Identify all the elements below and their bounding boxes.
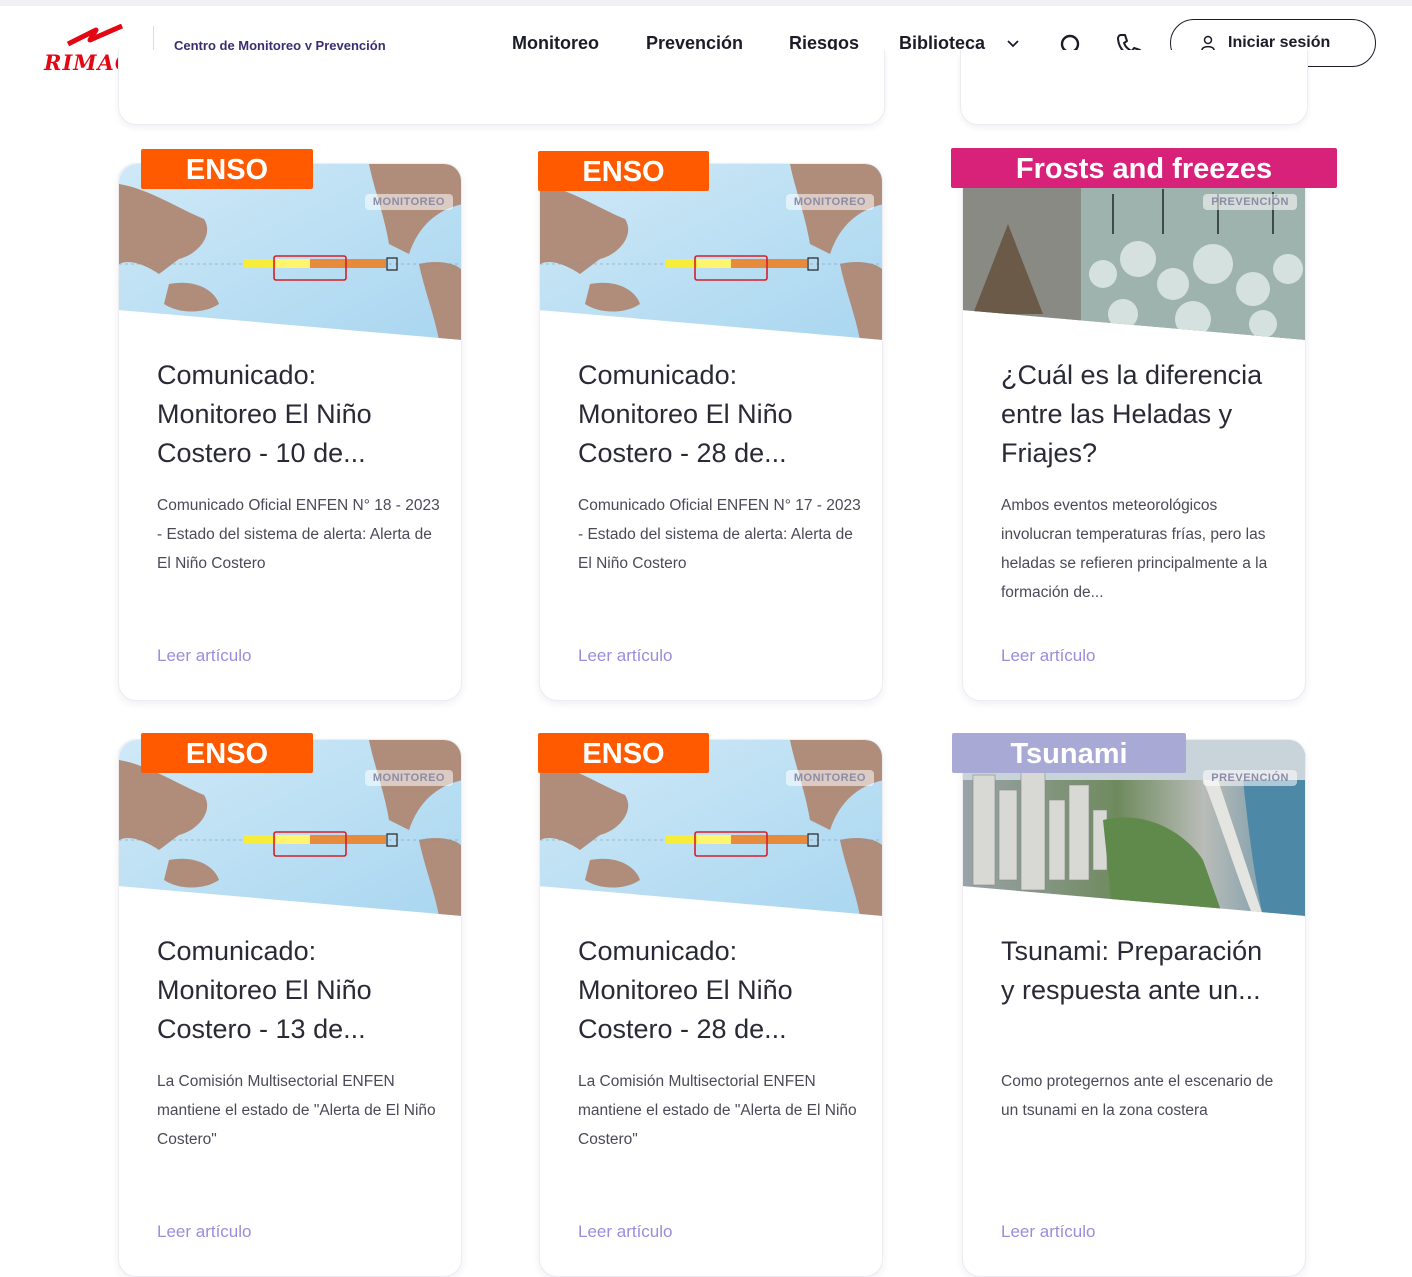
article-image-enso-map: MONITOREO: [119, 164, 461, 340]
article-title[interactable]: ¿Cuál es la diferencia entre las Heladas…: [1001, 356, 1281, 473]
previous-card-bottom: [118, 50, 885, 125]
article-title[interactable]: Comunicado: Monitoreo El Niño Costero - …: [578, 932, 858, 1049]
topic-tag: ENSO: [538, 151, 709, 191]
topic-tag: Frosts and freezes: [951, 148, 1337, 188]
article-card[interactable]: MONITOREO Comunicado: Monitoreo El Niño …: [118, 739, 462, 1277]
category-badge: MONITOREO: [785, 770, 874, 786]
article-title[interactable]: Comunicado: Monitoreo El Niño Costero - …: [157, 932, 437, 1049]
read-article-link[interactable]: Leer artículo: [1001, 1222, 1096, 1242]
article-card[interactable]: MONITOREO Comunicado: Monitoreo El Niño …: [118, 163, 462, 701]
chevron-down-icon[interactable]: [1007, 40, 1019, 48]
read-article-link[interactable]: Leer artículo: [1001, 646, 1096, 666]
logo-mark-icon: [66, 24, 124, 47]
category-badge: MONITOREO: [364, 770, 453, 786]
previous-card-bottom: [960, 50, 1308, 125]
article-card[interactable]: PREVENCIÓN ¿Cuál es la diferencia entre …: [962, 163, 1306, 701]
category-badge: PREVENCIÓN: [1203, 194, 1297, 210]
read-article-link[interactable]: Leer artículo: [578, 1222, 673, 1242]
article-card[interactable]: MONITOREO Comunicado: Monitoreo El Niño …: [539, 739, 883, 1277]
read-article-link[interactable]: Leer artículo: [578, 646, 673, 666]
article-description: Ambos eventos meteorológicos involucran …: [1001, 497, 1268, 601]
article-description: La Comisión Multisectorial ENFEN mantien…: [578, 1073, 857, 1148]
topic-tag: ENSO: [141, 149, 313, 189]
topic-tag: ENSO: [538, 733, 709, 773]
category-badge: MONITOREO: [364, 194, 453, 210]
read-article-link[interactable]: Leer artículo: [157, 646, 252, 666]
article-card[interactable]: MONITOREO Comunicado: Monitoreo El Niño …: [539, 163, 883, 701]
article-description: Comunicado Oficial ENFEN N° 18 - 2023 - …: [157, 497, 440, 572]
user-icon: [1201, 35, 1215, 51]
article-title[interactable]: Comunicado: Monitoreo El Niño Costero - …: [578, 356, 858, 473]
article-title[interactable]: Tsunami: Preparación y respuesta ante un…: [1001, 932, 1281, 1010]
article-card[interactable]: PREVENCIÓN Tsunami: Preparación y respue…: [962, 739, 1306, 1277]
read-article-link[interactable]: Leer artículo: [157, 1222, 252, 1242]
article-image-frost-photo: PREVENCIÓN: [963, 164, 1305, 340]
category-badge: PREVENCIÓN: [1203, 770, 1297, 786]
topic-tag: ENSO: [141, 733, 313, 773]
article-description: Como protegernos ante el escenario de un…: [1001, 1073, 1274, 1119]
article-description: La Comisión Multisectorial ENFEN mantien…: [157, 1073, 436, 1148]
topic-tag: Tsunami: [952, 733, 1186, 773]
article-description: Comunicado Oficial ENFEN N° 17 - 2023 - …: [578, 497, 861, 572]
category-badge: MONITOREO: [785, 194, 874, 210]
article-title[interactable]: Comunicado: Monitoreo El Niño Costero - …: [157, 356, 437, 473]
